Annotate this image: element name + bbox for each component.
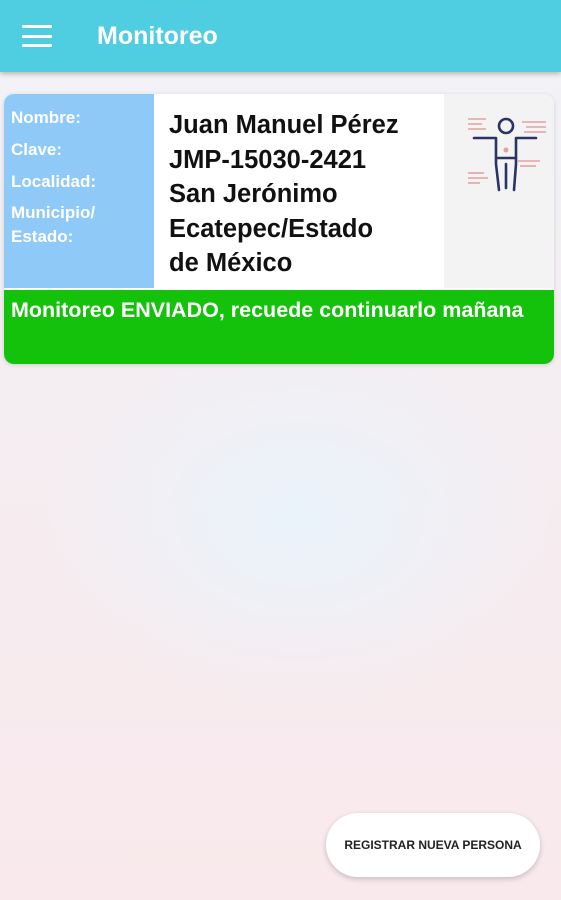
background-glow bbox=[40, 330, 560, 710]
field-labels: Nombre: Clave: Localidad: Municipio/ Est… bbox=[4, 94, 154, 288]
value-clave: JMP-15030-2421 bbox=[169, 145, 367, 174]
app-bar: Monitoreo bbox=[0, 0, 561, 72]
value-nombre: Juan Manuel Pérez bbox=[169, 111, 399, 139]
app-bar-title: Monitoreo bbox=[97, 21, 218, 50]
value-municipio-line1: Ecatepec/Estado bbox=[169, 214, 374, 243]
register-new-person-button[interactable]: REGISTRAR NUEVA PERSONA bbox=[326, 813, 540, 877]
label-clave: Clave: bbox=[11, 140, 63, 159]
body-scan-person-icon bbox=[468, 117, 546, 192]
label-estado: Estado: bbox=[11, 227, 74, 246]
value-municipio-line2: de México bbox=[169, 249, 293, 277]
value-localidad: San Jerónimo bbox=[169, 180, 338, 208]
label-municipio: Municipio/ bbox=[11, 203, 96, 222]
label-nombre: Nombre: bbox=[11, 108, 81, 127]
field-values: Juan Manuel Pérez JMP-15030-2421 San Jer… bbox=[169, 108, 444, 281]
person-card[interactable]: Nombre: Clave: Localidad: Municipio/ Est… bbox=[4, 94, 554, 364]
status-banner: Monitoreo ENVIADO, recuede continuarlo m… bbox=[4, 290, 554, 364]
label-localidad: Localidad: bbox=[11, 172, 97, 191]
hamburger-menu-icon[interactable] bbox=[22, 25, 52, 47]
person-image bbox=[444, 94, 554, 288]
